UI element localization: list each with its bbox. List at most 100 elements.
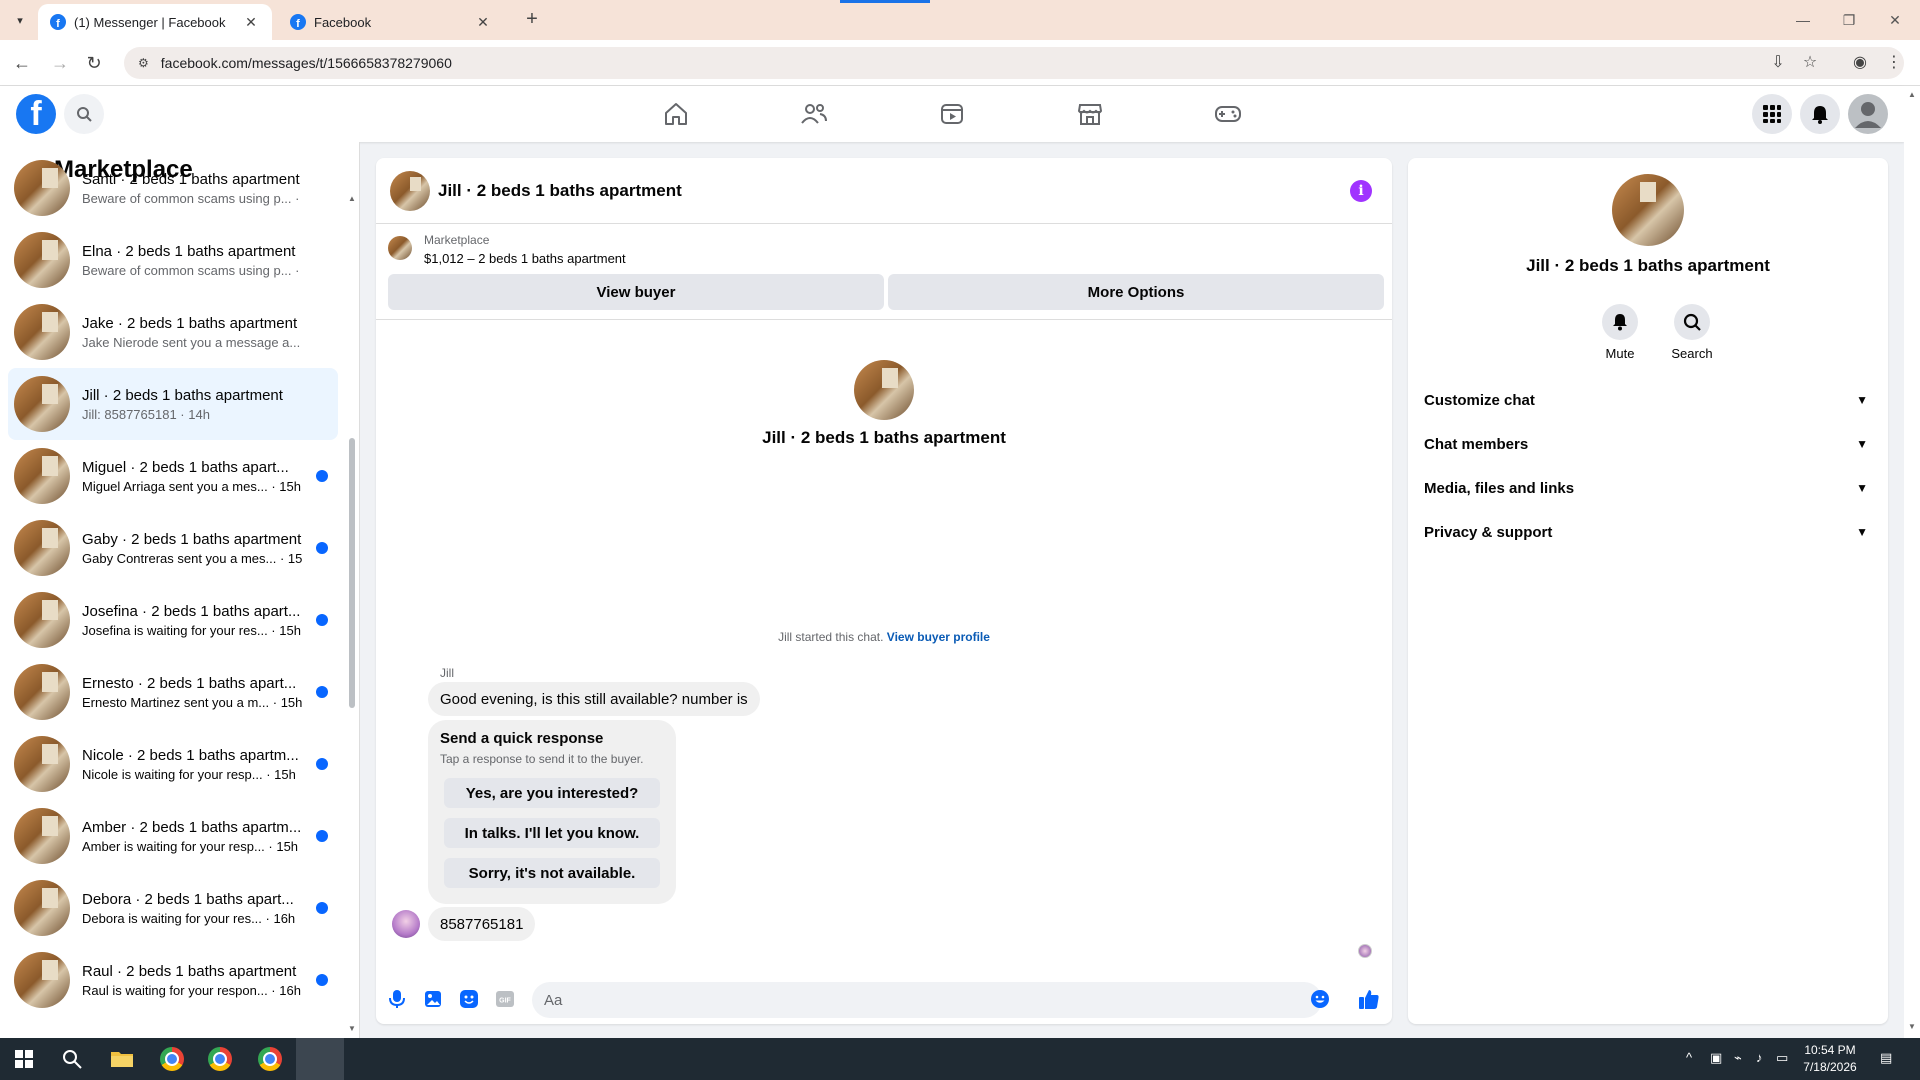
quick-response-yes-button[interactable]: Yes, are you interested? [444, 778, 660, 808]
photo-icon[interactable] [422, 988, 444, 1010]
profile-icon[interactable]: ◉ [1848, 51, 1872, 75]
conversation-scrollbar[interactable]: ▲ ▼ [348, 194, 356, 1034]
conversation-item[interactable]: Josefina · 2 beds 1 baths apart... Josefi… [8, 584, 338, 656]
intro-avatar[interactable] [854, 360, 914, 420]
notifications-button[interactable] [1800, 94, 1840, 134]
conversation-avatar [14, 232, 70, 288]
notification-center-icon[interactable]: ▤ [1880, 1050, 1892, 1066]
forward-icon[interactable]: → [48, 51, 72, 75]
video-icon[interactable] [938, 100, 966, 128]
url-field[interactable]: ⚙ facebook.com/messages/t/15666583782790… [124, 47, 1904, 79]
battery-icon[interactable]: ▭ [1776, 1050, 1788, 1066]
file-explorer-button[interactable] [98, 1038, 146, 1080]
scroll-up-icon[interactable]: ▲ [1908, 90, 1916, 99]
scroll-down-icon[interactable]: ▼ [1908, 1022, 1916, 1031]
details-avatar[interactable] [1612, 174, 1684, 246]
scroll-up-icon[interactable]: ▲ [348, 194, 356, 203]
sender-avatar[interactable] [392, 910, 420, 938]
thumbs-up-icon[interactable] [1358, 988, 1380, 1010]
tab-search-chevron-icon[interactable]: ▾ [8, 9, 32, 31]
scroll-thumb[interactable] [349, 438, 355, 708]
gaming-icon[interactable] [1214, 100, 1242, 128]
reload-icon[interactable]: ↻ [82, 51, 106, 75]
info-icon[interactable]: i [1350, 180, 1372, 202]
customize-chat-section[interactable]: Customize chat ▼ [1424, 378, 1872, 422]
conversation-item[interactable]: Debora · 2 beds 1 baths apart... Debora i… [8, 872, 338, 944]
conversation-text: Miguel · 2 beds 1 baths apart... Miguel A… [82, 459, 302, 494]
conversation-item[interactable]: Raul · 2 beds 1 baths apartment Raul is w… [8, 944, 338, 1008]
back-icon[interactable]: ← [10, 51, 34, 75]
active-taskbar-window[interactable] [296, 1038, 344, 1080]
search-label: Search [1671, 346, 1713, 361]
close-window-icon[interactable]: ✕ [1872, 8, 1918, 32]
unread-indicator [316, 614, 328, 626]
network-icon[interactable]: ⌁ [1734, 1050, 1742, 1066]
gif-icon[interactable]: GIF [494, 988, 516, 1010]
install-app-icon[interactable]: ⇩ [1766, 51, 1790, 75]
tab-close-icon[interactable]: ✕ [474, 14, 492, 31]
message-bubble[interactable]: 8587765181 [428, 907, 536, 941]
tab-close-icon[interactable]: ✕ [242, 14, 260, 31]
new-tab-icon[interactable]: + [520, 8, 544, 32]
facebook-logo-icon[interactable]: f [16, 94, 56, 134]
conversation-avatar [14, 952, 70, 1008]
conversation-avatar [14, 736, 70, 792]
view-buyer-profile-link[interactable]: View buyer profile [887, 630, 990, 644]
taskbar-search-button[interactable] [48, 1038, 96, 1080]
mute-button[interactable]: Mute [1590, 304, 1650, 361]
microphone-icon[interactable] [386, 988, 408, 1010]
tray-overflow-icon[interactable]: ^ [1686, 1050, 1692, 1065]
volume-icon[interactable]: ♪ [1756, 1050, 1763, 1065]
menu-grid-button[interactable] [1752, 94, 1792, 134]
message-bubble[interactable]: Good evening, is this still available? n… [428, 682, 760, 716]
media-files-links-section[interactable]: Media, files and links ▼ [1424, 466, 1872, 510]
tab-facebook[interactable]: f Facebook ✕ [278, 4, 504, 40]
menu-dots-icon[interactable]: ⋮ [1882, 51, 1906, 75]
bookmark-star-icon[interactable]: ☆ [1798, 51, 1822, 75]
conversation-preview: Debora is waiting for your res... · 16h [82, 910, 296, 926]
start-button[interactable] [0, 1038, 48, 1080]
quick-response-not-available-button[interactable]: Sorry, it's not available. [444, 858, 660, 888]
tab-title: Facebook [314, 14, 372, 30]
chat-members-section[interactable]: Chat members ▼ [1424, 422, 1872, 466]
conversation-item[interactable]: Jake · 2 beds 1 baths apartment Jake Nier… [8, 296, 338, 368]
tab-messenger[interactable]: f (1) Messenger | Facebook ✕ [38, 4, 272, 40]
conversation-item[interactable]: Amber · 2 beds 1 baths apartm... Amber is… [8, 800, 338, 872]
page-scrollbar[interactable]: ▲ ▼ [1904, 86, 1920, 1038]
conversation-item[interactable]: Ernesto · 2 beds 1 baths apart... Ernesto… [8, 656, 338, 728]
emoji-icon[interactable] [1309, 988, 1331, 1010]
chat-avatar[interactable] [390, 170, 430, 211]
conversation-preview: Beware of common scams using p... · 1m [82, 190, 302, 206]
conversation-item[interactable]: Jill · 2 beds 1 baths apartment Jill: 858… [8, 368, 338, 440]
marketplace-icon[interactable] [1076, 100, 1104, 128]
home-icon[interactable] [662, 100, 690, 128]
search-conversation-button[interactable]: Search [1662, 304, 1722, 361]
conversation-item[interactable]: Gaby · 2 beds 1 baths apartment Gaby Cont… [8, 512, 338, 584]
meet-icon[interactable]: ▣ [1710, 1050, 1722, 1066]
conversation-item[interactable]: Miguel · 2 beds 1 baths apart... Miguel A… [8, 440, 338, 512]
message-input[interactable] [532, 982, 1322, 1018]
chat-title[interactable]: Jill · 2 beds 1 baths apartment [438, 181, 682, 201]
conversation-item[interactable]: Santi · 2 beds 1 baths apartment Beware o… [8, 152, 338, 224]
minimize-icon[interactable]: — [1780, 8, 1826, 32]
search-button[interactable] [64, 94, 104, 134]
restore-icon[interactable]: ❐ [1826, 8, 1872, 32]
friends-icon[interactable] [800, 100, 828, 128]
listing-thumbnail[interactable] [388, 236, 412, 260]
listing-title[interactable]: $1,012 – 2 beds 1 baths apartment [424, 251, 626, 266]
scroll-down-icon[interactable]: ▼ [348, 1024, 356, 1033]
privacy-support-section[interactable]: Privacy & support ▼ [1424, 510, 1872, 554]
conversation-text: Amber · 2 beds 1 baths apartm... Amber is… [82, 819, 302, 854]
chrome-taskbar-button[interactable] [148, 1038, 196, 1080]
account-avatar[interactable] [1848, 94, 1888, 134]
conversation-item[interactable]: Elna · 2 beds 1 baths apartment Beware of… [8, 224, 338, 296]
conversation-item[interactable]: Nicole · 2 beds 1 baths apartm... Nicole … [8, 728, 338, 800]
chrome-taskbar-button[interactable] [246, 1038, 294, 1080]
system-clock[interactable]: 10:54 PM 7/18/2026 [1790, 1042, 1870, 1076]
chrome-taskbar-button[interactable] [196, 1038, 244, 1080]
site-settings-icon[interactable]: ⚙ [138, 56, 149, 70]
sticker-icon[interactable] [458, 988, 480, 1010]
view-buyer-button[interactable]: View buyer [388, 274, 884, 310]
quick-response-in-talks-button[interactable]: In talks. I'll let you know. [444, 818, 660, 848]
more-options-button[interactable]: More Options [888, 274, 1384, 310]
